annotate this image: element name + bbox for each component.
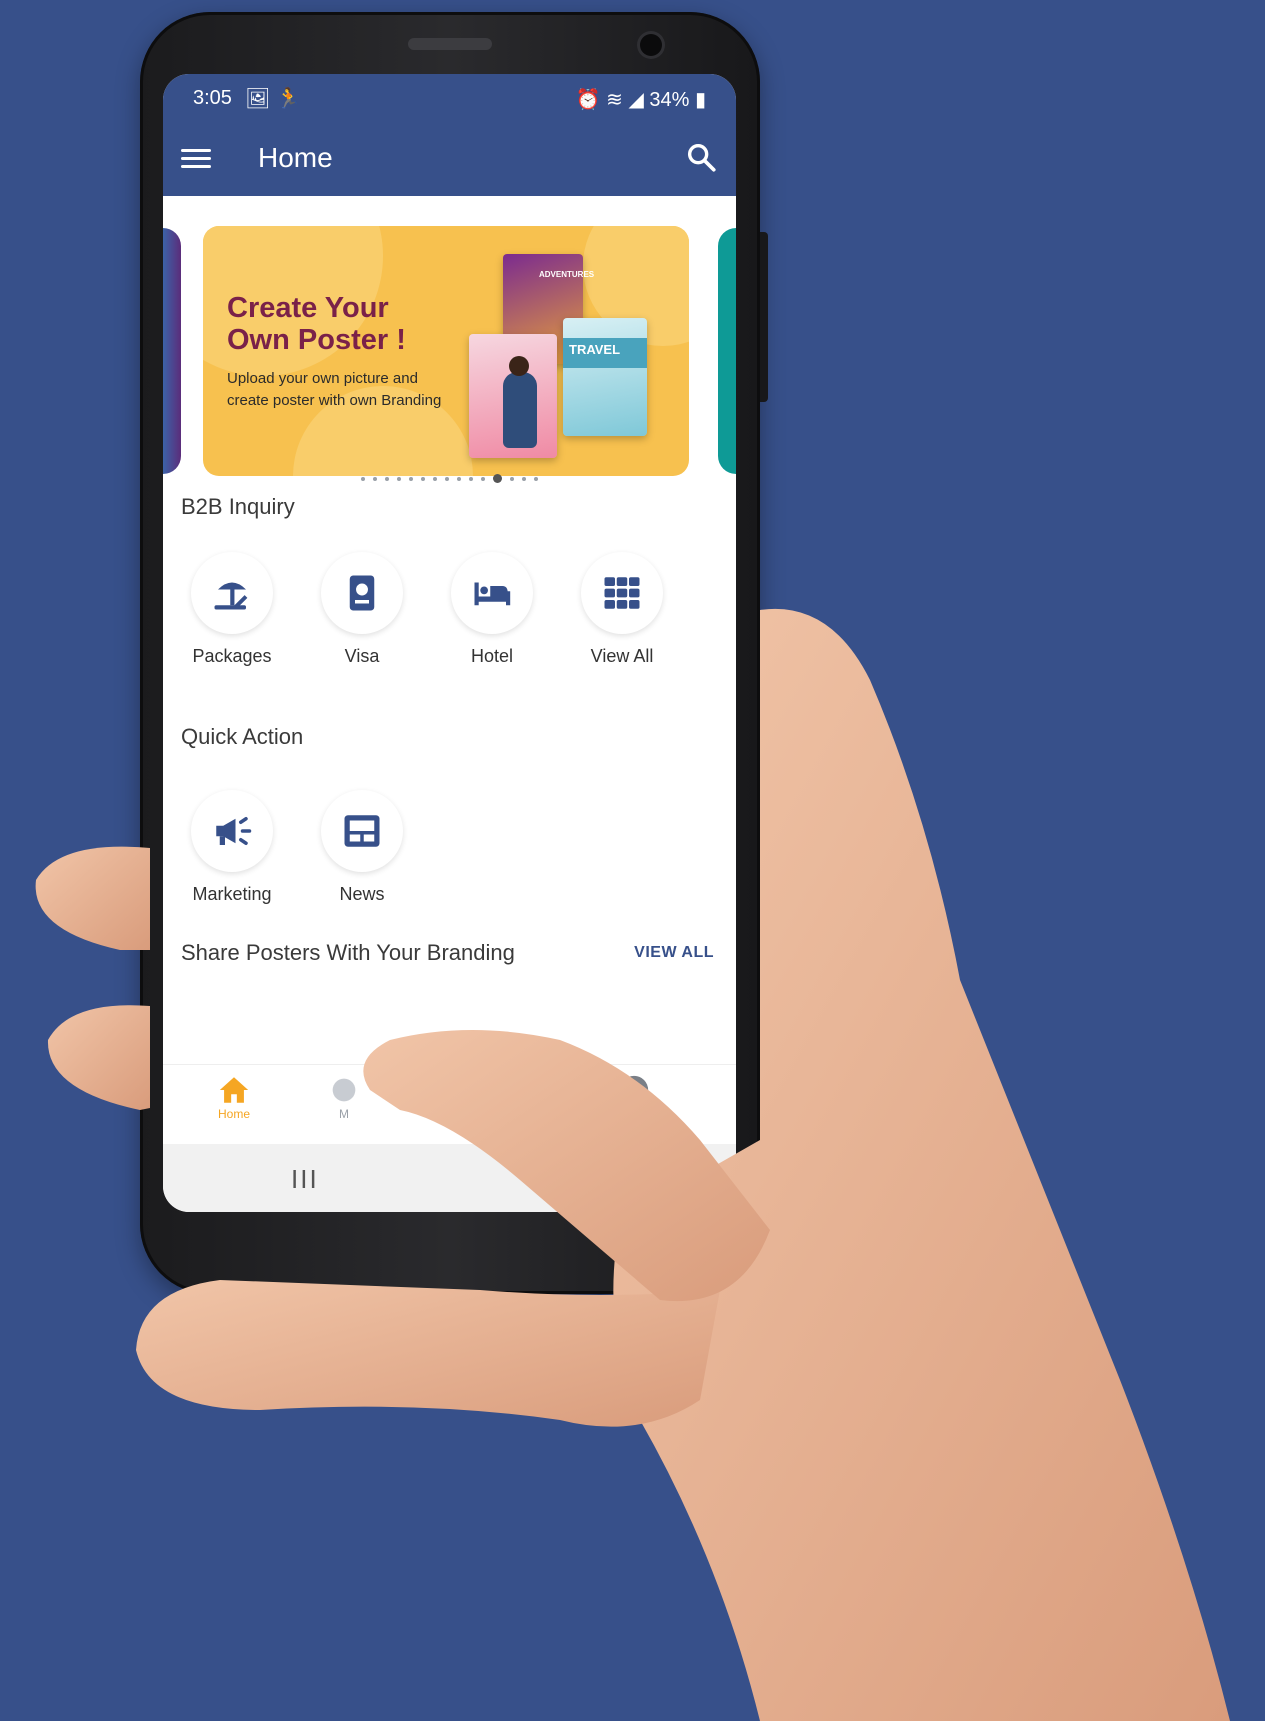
thumb: [363, 1030, 770, 1302]
finger: [47, 1005, 151, 1110]
finger: [35, 846, 150, 950]
hand-illustration: [35, 608, 1230, 1721]
finger: [136, 1280, 720, 1427]
